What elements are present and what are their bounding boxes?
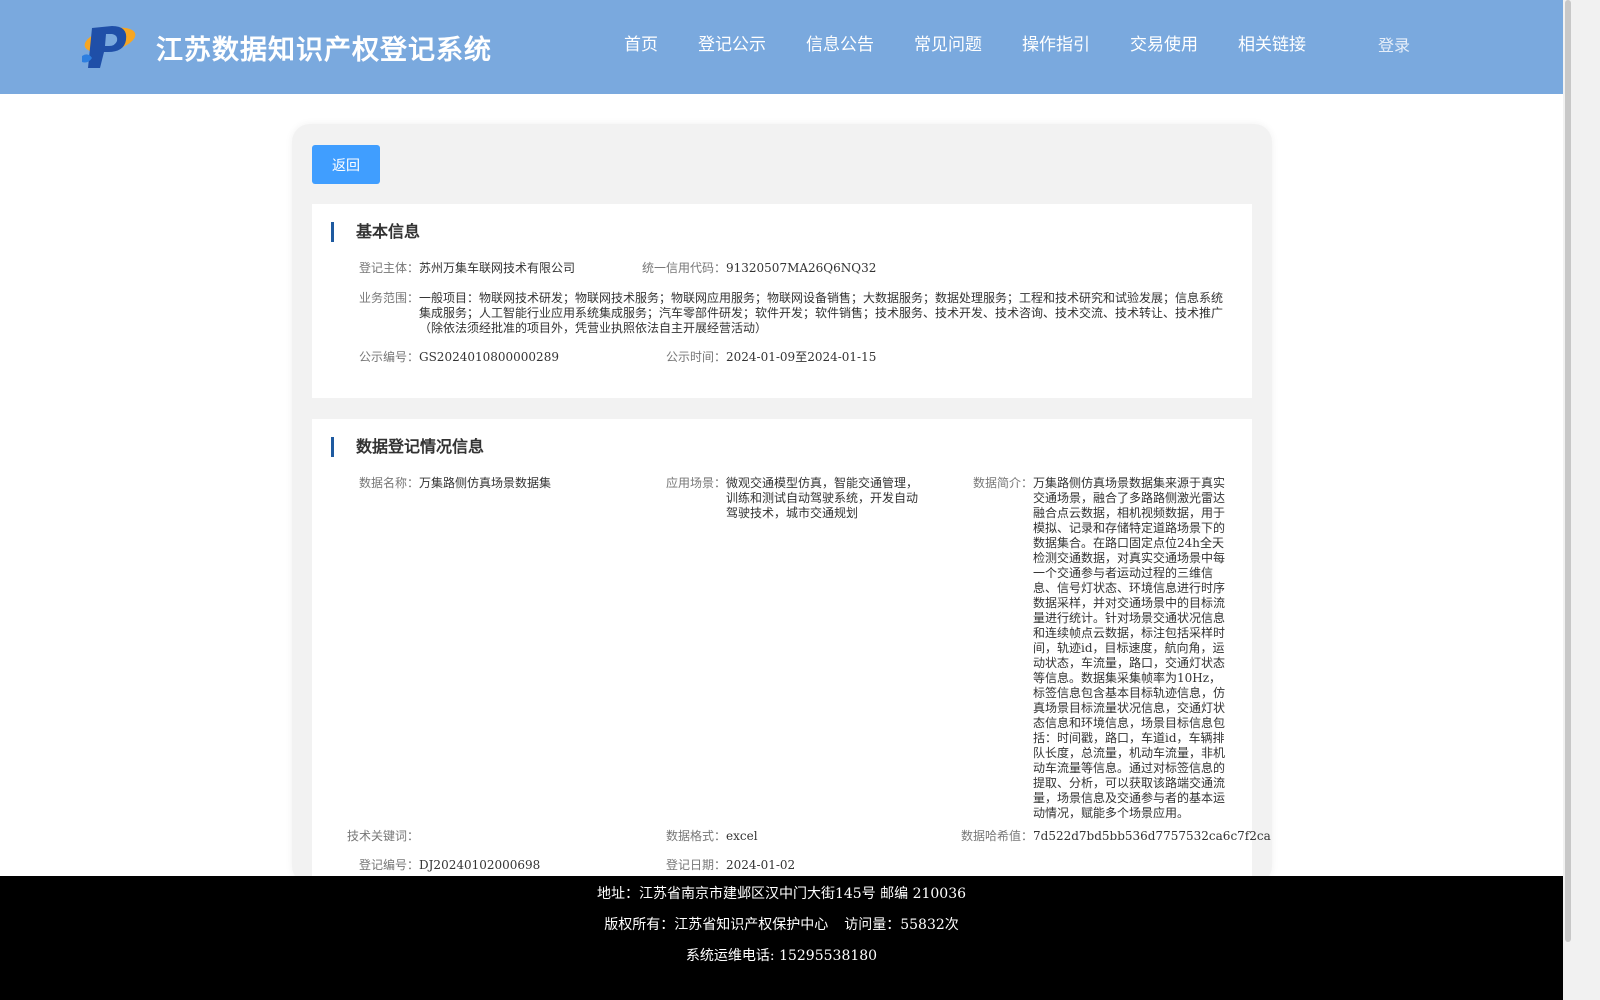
nav-home[interactable]: 首页: [624, 33, 658, 57]
footer-copyright-line: 版权所有：江苏省知识产权保护中心 访问量：55832次: [0, 915, 1563, 935]
detail-container: 返回 基本信息 登记主体： 苏州万集车联网技术有限公司 统一信用代码： 9132…: [292, 124, 1272, 889]
site-title: 江苏数据知识产权登记系统: [156, 35, 492, 66]
reg-date-label: 登记日期：: [665, 858, 726, 872]
login-link[interactable]: 登录: [1378, 34, 1410, 58]
notice-no-label: 公示编号：: [358, 350, 419, 364]
scenario-label: 应用场景：: [665, 476, 726, 490]
business-scope-value: 一般项目：物联网技术研发；物联网技术服务；物联网应用服务；物联网设备销售；大数据…: [419, 291, 1224, 335]
registrant-value: 苏州万集车联网技术有限公司: [419, 261, 576, 275]
nav-info-announcement[interactable]: 信息公告: [806, 33, 874, 57]
format-value: excel: [726, 829, 758, 843]
credit-code-label: 统一信用代码：: [641, 261, 726, 275]
reg-no-value: DJ20240102000698: [419, 858, 541, 872]
data-info-title: 数据登记情况信息: [331, 437, 484, 457]
main-nav: 首页 登记公示 信息公告 常见问题 操作指引 交易使用 相关链接: [606, 33, 1346, 57]
data-info-card: 数据登记情况信息 数据名称： 万集路侧仿真场景数据集 应用场景： 微观交通模型仿…: [312, 419, 1271, 889]
intro-label: 数据简介：: [972, 476, 1033, 490]
notice-no-value: GS2024010800000289: [419, 350, 559, 364]
scrollbar-thumb[interactable]: [1565, 0, 1571, 942]
site-header: 江苏数据知识产权登记系统 首页 登记公示 信息公告 常见问题 操作指引 交易使用…: [0, 0, 1563, 94]
nav-operation-guide[interactable]: 操作指引: [1022, 33, 1090, 57]
hash-label: 数据哈希值：: [960, 829, 1033, 843]
format-label: 数据格式：: [665, 829, 726, 843]
notice-time-label: 公示时间：: [665, 350, 726, 364]
data-name-value: 万集路侧仿真场景数据集: [419, 476, 552, 490]
hash-value: 7d522d7bd5bb536d7757532ca6c7f2ca: [1033, 829, 1271, 843]
nav-related-links[interactable]: 相关链接: [1238, 33, 1306, 57]
basic-info-title: 基本信息: [331, 222, 420, 242]
footer-phone: 系统运维电话: 15295538180: [685, 948, 878, 964]
site-footer: 地址：江苏省南京市建邺区汉中门大街145号 邮编 210036 版权所有：江苏省…: [0, 876, 1563, 1000]
reg-date-value: 2024-01-02: [726, 858, 796, 872]
footer-visits: 访问量：55832次: [844, 917, 959, 933]
notice-time-value: 2024-01-09至2024-01-15: [726, 350, 877, 364]
nav-registration-notice[interactable]: 登记公示: [698, 33, 766, 57]
back-button[interactable]: 返回: [312, 145, 380, 184]
reg-no-label: 登记编号：: [358, 858, 419, 872]
keywords-label: 技术关键词：: [346, 829, 419, 843]
credit-code-value: 91320507MA26Q6NQ32: [726, 261, 877, 275]
data-name-label: 数据名称：: [358, 476, 419, 490]
scenario-value: 微观交通模型仿真，智能交通管理，训练和测试自动驾驶系统，开发自动驾驶技术，城市交…: [726, 476, 919, 520]
business-scope-label: 业务范围：: [358, 291, 419, 305]
site-logo-icon[interactable]: [78, 18, 138, 70]
nav-faq[interactable]: 常见问题: [914, 33, 982, 57]
registrant-label: 登记主体：: [358, 261, 419, 275]
footer-copyright: 版权所有：江苏省知识产权保护中心: [604, 917, 829, 933]
basic-info-card: 基本信息 登记主体： 苏州万集车联网技术有限公司 统一信用代码： 9132050…: [312, 204, 1252, 398]
footer-address: 地址：江苏省南京市建邺区汉中门大街145号 邮编 210036: [596, 886, 967, 902]
nav-trade-use[interactable]: 交易使用: [1130, 33, 1198, 57]
intro-value: 万集路侧仿真场景数据集来源于真实交通场景，融合了多路路侧激光雷达融合点云数据，相…: [1033, 476, 1226, 820]
